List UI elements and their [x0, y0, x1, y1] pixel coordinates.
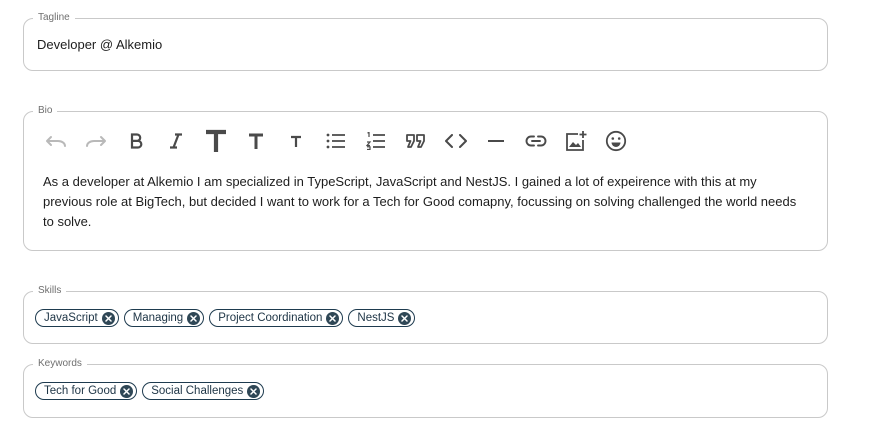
- skill-chip: Managing: [123, 309, 205, 327]
- keywords-label: Keywords: [33, 358, 87, 370]
- remove-chip-icon[interactable]: [187, 311, 201, 325]
- keywords-chip-list: Tech for Good Social Challenges: [35, 382, 265, 400]
- skill-chip-label: Project Coordination: [218, 312, 323, 324]
- horizontal-rule-icon[interactable]: [476, 126, 516, 156]
- bio-label: Bio: [33, 105, 58, 117]
- remove-chip-icon[interactable]: [326, 311, 340, 325]
- tagline-label: Tagline: [33, 12, 75, 24]
- editor-toolbar: [36, 126, 636, 156]
- skill-chip: NestJS: [348, 309, 416, 327]
- skill-chip-label: NestJS: [357, 312, 395, 324]
- bio-editor[interactable]: As a developer at Alkemio I am specializ…: [43, 172, 803, 232]
- skills-field[interactable]: Skills JavaScript Managing Project Coord…: [23, 285, 828, 344]
- redo-icon[interactable]: [76, 126, 116, 156]
- emoji-icon[interactable]: [596, 126, 636, 156]
- tagline-input[interactable]: Developer @ Alkemio: [37, 37, 162, 52]
- italic-icon[interactable]: [156, 126, 196, 156]
- link-icon[interactable]: [516, 126, 556, 156]
- skills-chip-list: JavaScript Managing Project Coordination…: [35, 309, 416, 327]
- remove-chip-icon[interactable]: [101, 311, 115, 325]
- bold-icon[interactable]: [116, 126, 156, 156]
- skill-chip-label: Managing: [132, 312, 184, 324]
- undo-icon[interactable]: [36, 126, 76, 156]
- heading-large-icon[interactable]: [196, 126, 236, 156]
- code-icon[interactable]: [436, 126, 476, 156]
- heading-small-icon[interactable]: [276, 126, 316, 156]
- keyword-chip-label: Tech for Good: [44, 385, 117, 397]
- add-image-icon[interactable]: [556, 126, 596, 156]
- keyword-chip: Social Challenges: [142, 382, 265, 400]
- remove-chip-icon[interactable]: [398, 311, 412, 325]
- keywords-field[interactable]: Keywords Tech for Good Social Challenges: [23, 358, 828, 418]
- bio-field[interactable]: Bio As a developer at Alkemio I am speci…: [23, 105, 828, 251]
- tagline-field[interactable]: Tagline Developer @ Alkemio: [23, 12, 828, 71]
- skill-chip-label: JavaScript: [44, 312, 98, 324]
- skill-chip: Project Coordination: [209, 309, 344, 327]
- numbered-list-icon[interactable]: [356, 126, 396, 156]
- remove-chip-icon[interactable]: [120, 384, 134, 398]
- heading-medium-icon[interactable]: [236, 126, 276, 156]
- blockquote-icon[interactable]: [396, 126, 436, 156]
- skill-chip: JavaScript: [35, 309, 119, 327]
- keyword-chip-label: Social Challenges: [151, 385, 244, 397]
- skills-label: Skills: [33, 285, 67, 297]
- bullet-list-icon[interactable]: [316, 126, 356, 156]
- keyword-chip: Tech for Good: [35, 382, 138, 400]
- remove-chip-icon[interactable]: [247, 384, 261, 398]
